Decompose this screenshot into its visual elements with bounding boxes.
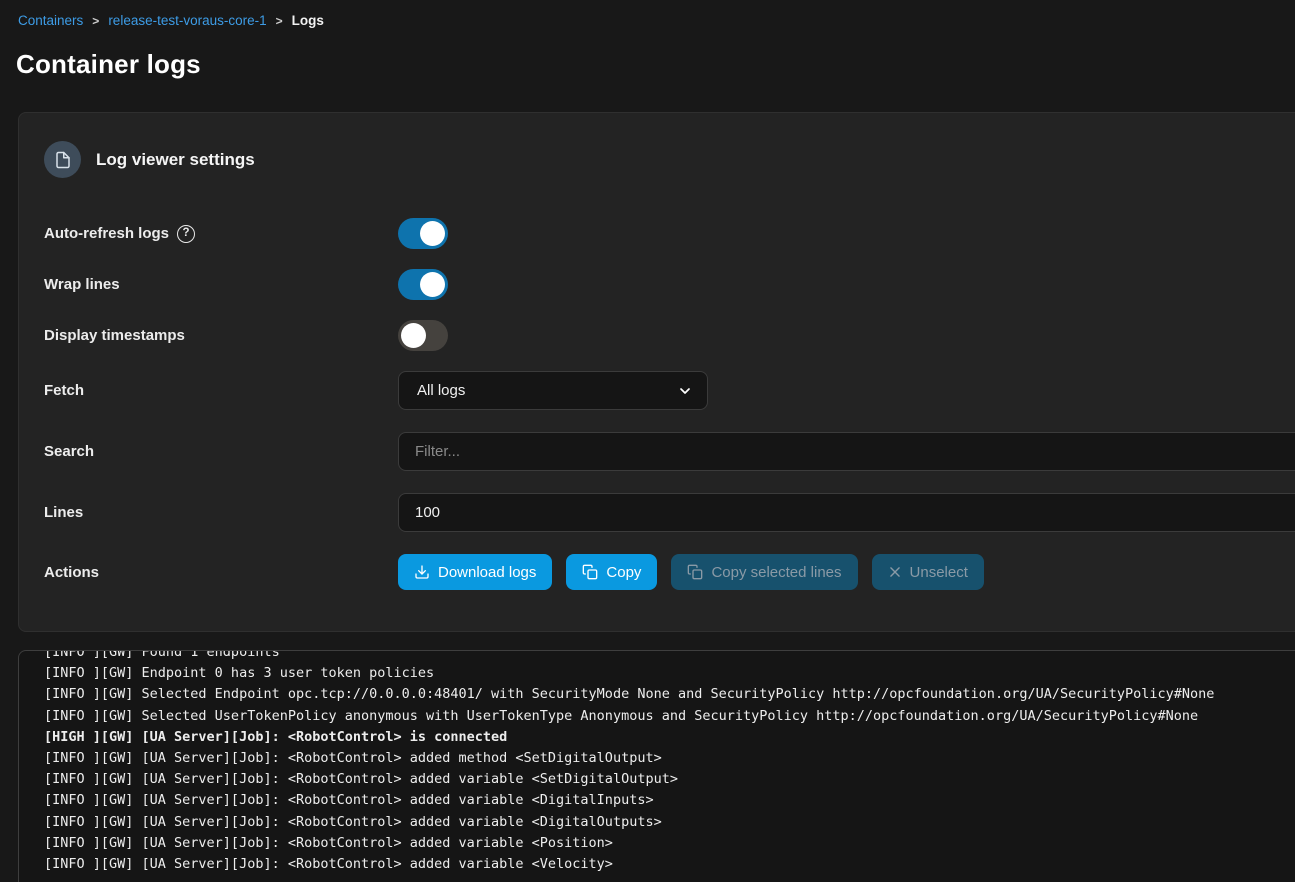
log-line[interactable]: [INFO ][GW] [UA Server][Job]: <RobotCont… <box>44 854 1295 875</box>
download-icon <box>414 564 430 580</box>
lines-row: Lines <box>44 493 1295 532</box>
log-line[interactable]: [INFO ][GW] Endpoint 0 has 3 user token … <box>44 663 1295 684</box>
copy-button-label: Copy <box>606 564 641 581</box>
fetch-select[interactable]: All logs <box>398 371 708 410</box>
file-icon <box>44 141 81 178</box>
auto-refresh-row: Auto-refresh logs ? <box>44 218 1295 249</box>
search-row: Search <box>44 432 1295 471</box>
toggle-knob <box>401 323 426 348</box>
unselect-button-label: Unselect <box>910 564 968 581</box>
chevron-down-icon <box>677 383 693 399</box>
lines-label-text: Lines <box>44 504 83 521</box>
display-timestamps-toggle[interactable] <box>398 320 448 351</box>
actions-label-text: Actions <box>44 564 99 581</box>
breadcrumb-separator: > <box>92 14 99 28</box>
log-line[interactable]: [INFO ][GW] Found 1 endpoints <box>44 650 1295 663</box>
log-output-panel[interactable]: [INFO ][GW] Found 1 endpoints[INFO ][GW]… <box>18 650 1295 882</box>
log-line[interactable]: [HIGH ][GW] [UA Server][Job]: <RobotCont… <box>44 727 1295 748</box>
copy-button[interactable]: Copy <box>566 554 657 590</box>
wrap-lines-row: Wrap lines <box>44 269 1295 300</box>
copy-icon <box>582 564 598 580</box>
wrap-lines-label-text: Wrap lines <box>44 276 120 293</box>
fetch-select-value: All logs <box>417 382 465 399</box>
breadcrumb-separator: > <box>276 14 283 28</box>
unselect-button: Unselect <box>872 554 984 590</box>
breadcrumb-current-logs: Logs <box>292 13 324 28</box>
question-circle-icon[interactable]: ? <box>177 225 195 243</box>
actions-row: Actions Download logs Copy Copy selected <box>44 554 1295 590</box>
log-line[interactable]: [INFO ][GW] [UA Server][Job]: <RobotCont… <box>44 769 1295 790</box>
search-label-text: Search <box>44 443 94 460</box>
search-input[interactable] <box>398 432 1295 471</box>
toggle-knob <box>420 221 445 246</box>
display-timestamps-label: Display timestamps <box>44 327 398 344</box>
wrap-lines-toggle[interactable] <box>398 269 448 300</box>
display-timestamps-row: Display timestamps <box>44 320 1295 351</box>
display-timestamps-label-text: Display timestamps <box>44 327 185 344</box>
auto-refresh-label-text: Auto-refresh logs <box>44 225 169 242</box>
copy-selected-lines-button-label: Copy selected lines <box>711 564 841 581</box>
log-line[interactable]: [INFO ][GW] [UA Server][Job]: <RobotCont… <box>44 790 1295 811</box>
wrap-lines-label: Wrap lines <box>44 276 398 293</box>
log-lines: [INFO ][GW] Found 1 endpoints[INFO ][GW]… <box>44 650 1295 875</box>
copy-icon <box>687 564 703 580</box>
log-line[interactable]: [INFO ][GW] [UA Server][Job]: <RobotCont… <box>44 812 1295 833</box>
download-logs-button-label: Download logs <box>438 564 536 581</box>
log-line[interactable]: [INFO ][GW] Selected UserTokenPolicy ano… <box>44 706 1295 727</box>
search-label: Search <box>44 443 398 460</box>
log-line[interactable]: [INFO ][GW] [UA Server][Job]: <RobotCont… <box>44 833 1295 854</box>
log-line[interactable]: [INFO ][GW] Selected Endpoint opc.tcp://… <box>44 684 1295 705</box>
download-logs-button[interactable]: Download logs <box>398 554 552 590</box>
lines-input[interactable] <box>398 493 1295 532</box>
breadcrumb-link-containers[interactable]: Containers <box>18 13 83 28</box>
breadcrumb-link-container[interactable]: release-test-voraus-core-1 <box>108 13 266 28</box>
auto-refresh-label: Auto-refresh logs ? <box>44 225 398 243</box>
card-header: Log viewer settings <box>44 141 1295 178</box>
x-icon <box>888 565 902 579</box>
actions-label: Actions <box>44 564 398 581</box>
lines-label: Lines <box>44 504 398 521</box>
breadcrumb: Containers > release-test-voraus-core-1 … <box>18 13 1295 28</box>
copy-selected-lines-button: Copy selected lines <box>671 554 857 590</box>
fetch-row: Fetch All logs <box>44 371 1295 410</box>
card-title: Log viewer settings <box>96 150 255 170</box>
log-line[interactable]: [INFO ][GW] [UA Server][Job]: <RobotCont… <box>44 748 1295 769</box>
log-viewer-settings-card: Log viewer settings Auto-refresh logs ? … <box>18 112 1295 632</box>
fetch-label: Fetch <box>44 382 398 399</box>
auto-refresh-toggle[interactable] <box>398 218 448 249</box>
toggle-knob <box>420 272 445 297</box>
page-title: Container logs <box>16 49 1295 80</box>
fetch-label-text: Fetch <box>44 382 84 399</box>
actions-button-group: Download logs Copy Copy selected lines U… <box>398 554 984 590</box>
